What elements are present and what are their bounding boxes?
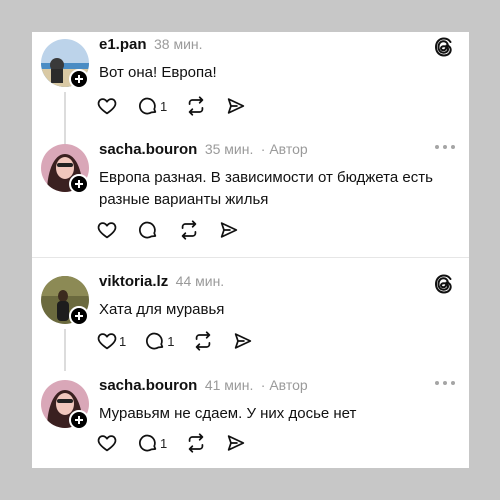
action-bar: 1 — [96, 431, 265, 455]
like-button[interactable] — [96, 218, 119, 242]
reply-button[interactable]: 1 — [144, 329, 174, 353]
thread-card-1: e1.pan 38 мин. Вот она! Европа! 1 sacha.… — [32, 32, 469, 257]
share-button[interactable] — [218, 218, 240, 242]
share-button[interactable] — [225, 431, 247, 455]
share-button[interactable] — [232, 329, 254, 353]
comment-icon — [144, 330, 166, 352]
author-tag: · Автор — [260, 377, 308, 393]
author-tag: · Автор — [260, 141, 308, 157]
post-time: 44 мин. — [175, 273, 225, 289]
post-sacha-bouron-2: sacha.bouron 41 мин. · Автор Муравьям не… — [32, 373, 469, 485]
send-icon — [225, 432, 247, 454]
heart-icon — [96, 219, 118, 241]
heart-icon — [96, 432, 118, 454]
comment-icon — [137, 95, 159, 117]
repost-icon — [185, 95, 207, 117]
repost-button[interactable] — [185, 94, 207, 118]
send-icon — [218, 219, 240, 241]
action-bar — [96, 218, 258, 242]
username[interactable]: e1.pan — [99, 36, 147, 53]
threads-logo-icon — [433, 36, 455, 58]
avatar-sacha-bouron[interactable] — [41, 380, 89, 430]
thread-line — [64, 329, 66, 371]
post-sacha-bouron-1: sacha.bouron 35 мин. · Автор Европа разн… — [32, 137, 469, 249]
reply-count: 1 — [160, 98, 168, 114]
post-text: Европа разная. В зависимости от бюджета … — [99, 169, 433, 208]
post-text: Муравьям не сдаем. У них досье нет — [99, 405, 357, 422]
repost-button[interactable] — [185, 431, 207, 455]
threads-logo-icon — [433, 273, 455, 295]
like-button[interactable] — [96, 431, 119, 455]
like-button[interactable]: 1 — [96, 329, 126, 353]
more-icon[interactable] — [435, 145, 455, 151]
share-button[interactable] — [225, 94, 247, 118]
post-e1-pan: e1.pan 38 мин. Вот она! Европа! 1 — [32, 32, 469, 144]
repost-button[interactable] — [178, 218, 200, 242]
post-text: Вот она! Европа! — [99, 64, 217, 81]
avatar-viktoria-lz[interactable] — [41, 276, 89, 326]
follow-plus-icon[interactable] — [69, 306, 89, 326]
post-text: Хата для муравья — [99, 301, 225, 318]
action-bar: 1 — [96, 94, 265, 118]
post-time: 35 мин. — [204, 141, 254, 157]
repost-icon — [192, 330, 214, 352]
repost-button[interactable] — [192, 329, 214, 353]
send-icon — [225, 95, 247, 117]
send-icon — [232, 330, 254, 352]
repost-icon — [178, 219, 200, 241]
heart-icon — [96, 95, 118, 117]
post-time: 38 мин. — [153, 36, 203, 52]
follow-plus-icon[interactable] — [69, 174, 89, 194]
reply-button[interactable]: 1 — [137, 94, 167, 118]
repost-icon — [185, 432, 207, 454]
avatar-e1-pan[interactable] — [41, 39, 89, 89]
username[interactable]: sacha.bouron — [99, 377, 197, 394]
username[interactable]: sacha.bouron — [99, 141, 197, 158]
action-bar: 1 1 — [96, 329, 272, 353]
comment-icon — [137, 432, 159, 454]
like-count: 1 — [119, 333, 127, 349]
reply-button[interactable]: 1 — [137, 431, 167, 455]
heart-icon — [96, 330, 118, 352]
post-time: 41 мин. — [204, 377, 254, 393]
username[interactable]: viktoria.lz — [99, 273, 168, 290]
like-button[interactable] — [96, 94, 119, 118]
follow-plus-icon[interactable] — [69, 410, 89, 430]
reply-count: 1 — [167, 333, 175, 349]
reply-count: 1 — [160, 435, 168, 451]
thread-card-2: viktoria.lz 44 мин. Хата для муравья 1 1 — [32, 258, 469, 468]
follow-plus-icon[interactable] — [69, 69, 89, 89]
post-viktoria-lz: viktoria.lz 44 мин. Хата для муравья 1 1 — [32, 269, 469, 381]
comment-icon — [137, 219, 159, 241]
reply-button[interactable] — [137, 218, 160, 242]
more-icon[interactable] — [435, 381, 455, 387]
avatar-sacha-bouron[interactable] — [41, 144, 89, 194]
